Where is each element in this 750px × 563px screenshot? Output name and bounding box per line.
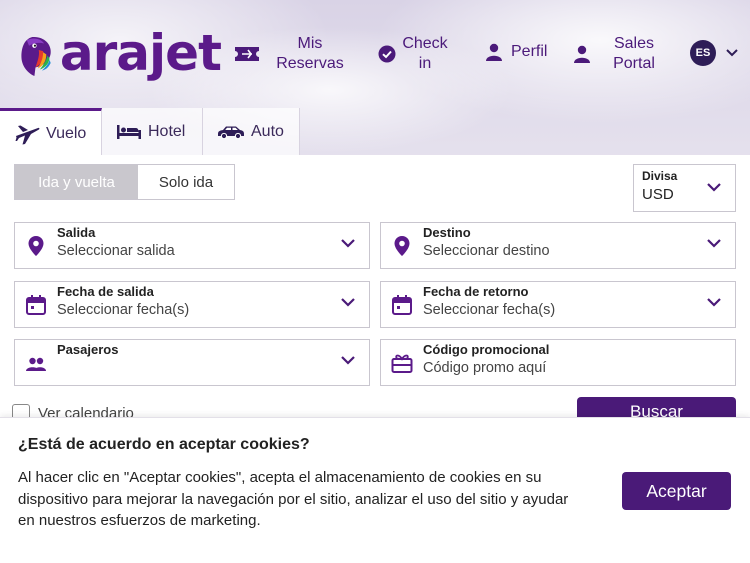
nav-check-in[interactable]: Check in [378, 34, 450, 74]
parrot-logo-icon [21, 36, 51, 77]
nav-check-in-label: Check in [402, 35, 448, 72]
trip-roundtrip-button[interactable]: Ida y vuelta [15, 165, 138, 199]
language-badge: ES [690, 40, 716, 66]
accept-cookies-button[interactable]: Aceptar [622, 472, 731, 510]
promo-code-field[interactable]: Código promocional Código promo aquí [380, 339, 736, 386]
cookie-text: Al hacer clic en "Aceptar cookies", acep… [18, 469, 569, 529]
user-icon [574, 45, 590, 63]
origin-field[interactable]: Salida Seleccionar salida [14, 222, 370, 269]
trip-type-toggle: Ida y vuelta Solo ida [14, 164, 235, 200]
calendar-icon [392, 295, 412, 315]
ticket-plane-icon [235, 47, 259, 61]
origin-label: Salida [57, 225, 96, 240]
language-selector[interactable]: ES [690, 40, 738, 66]
departure-date-label: Fecha de salida [57, 284, 154, 299]
car-icon [218, 126, 244, 139]
brand-name: arajet [59, 24, 222, 82]
cookie-banner: ¿Está de acuerdo en aceptar cookies? Al … [0, 417, 750, 563]
booking-tabs: Vuelo Hotel Auto [0, 108, 300, 156]
search-panel: Ida y vuelta Solo ida Divisa USD Salida … [0, 155, 750, 427]
user-icon [486, 43, 502, 61]
tab-auto-label: Auto [251, 123, 284, 140]
passengers-label: Pasajeros [57, 342, 119, 357]
chevron-down-icon [341, 356, 355, 365]
currency-label: Divisa [642, 169, 678, 183]
chevron-down-icon [341, 239, 355, 248]
cookie-title: ¿Está de acuerdo en aceptar cookies? [18, 436, 310, 453]
tab-vuelo[interactable]: Vuelo [0, 108, 102, 156]
nav-perfil-label: Perfil [511, 43, 548, 60]
arajet-logo[interactable]: arajet [16, 16, 222, 96]
chevron-down-icon [707, 298, 721, 307]
nav-sales-portal[interactable]: Sales Portal [574, 34, 674, 74]
tab-hotel-label: Hotel [148, 123, 186, 140]
promo-code-label: Código promocional [423, 342, 550, 357]
trip-oneway-button[interactable]: Solo ida [138, 165, 234, 199]
return-date-field[interactable]: Fecha de retorno Seleccionar fecha(s) [380, 281, 736, 328]
destination-label: Destino [423, 225, 471, 240]
chevron-down-icon [341, 298, 355, 307]
tab-vuelo-label: Vuelo [46, 124, 87, 142]
currency-select[interactable]: Divisa USD [633, 164, 736, 212]
chevron-down-icon [707, 183, 721, 192]
bed-icon [117, 125, 141, 139]
destination-value: Seleccionar destino [423, 243, 550, 259]
chevron-down-icon [707, 239, 721, 248]
plane-icon [15, 125, 40, 144]
people-icon [26, 357, 46, 371]
gift-icon [391, 354, 413, 373]
passengers-field[interactable]: Pasajeros [14, 339, 370, 386]
location-pin-icon [394, 236, 410, 256]
tab-auto[interactable]: Auto [203, 108, 300, 156]
nav-sales-portal-label: Sales Portal [613, 35, 655, 72]
header: arajet Mis Reservas Check in Perfil Sale… [0, 0, 750, 100]
nav-mis-reservas[interactable]: Mis Reservas [234, 34, 350, 74]
departure-date-field[interactable]: Fecha de salida Seleccionar fecha(s) [14, 281, 370, 328]
chevron-down-icon [726, 49, 738, 57]
tab-hotel[interactable]: Hotel [102, 108, 203, 156]
destination-field[interactable]: Destino Seleccionar destino [380, 222, 736, 269]
origin-value: Seleccionar salida [57, 243, 175, 259]
departure-date-value: Seleccionar fecha(s) [57, 302, 190, 318]
nav-perfil[interactable]: Perfil [486, 42, 547, 62]
promo-code-input[interactable]: Código promo aquí [423, 360, 546, 376]
return-date-label: Fecha de retorno [423, 284, 529, 299]
return-date-value: Seleccionar fecha(s) [423, 302, 556, 318]
calendar-icon [26, 295, 46, 315]
nav-mis-reservas-label: Mis Reservas [276, 35, 344, 72]
check-circle-icon [378, 45, 396, 63]
location-pin-icon [28, 236, 44, 256]
